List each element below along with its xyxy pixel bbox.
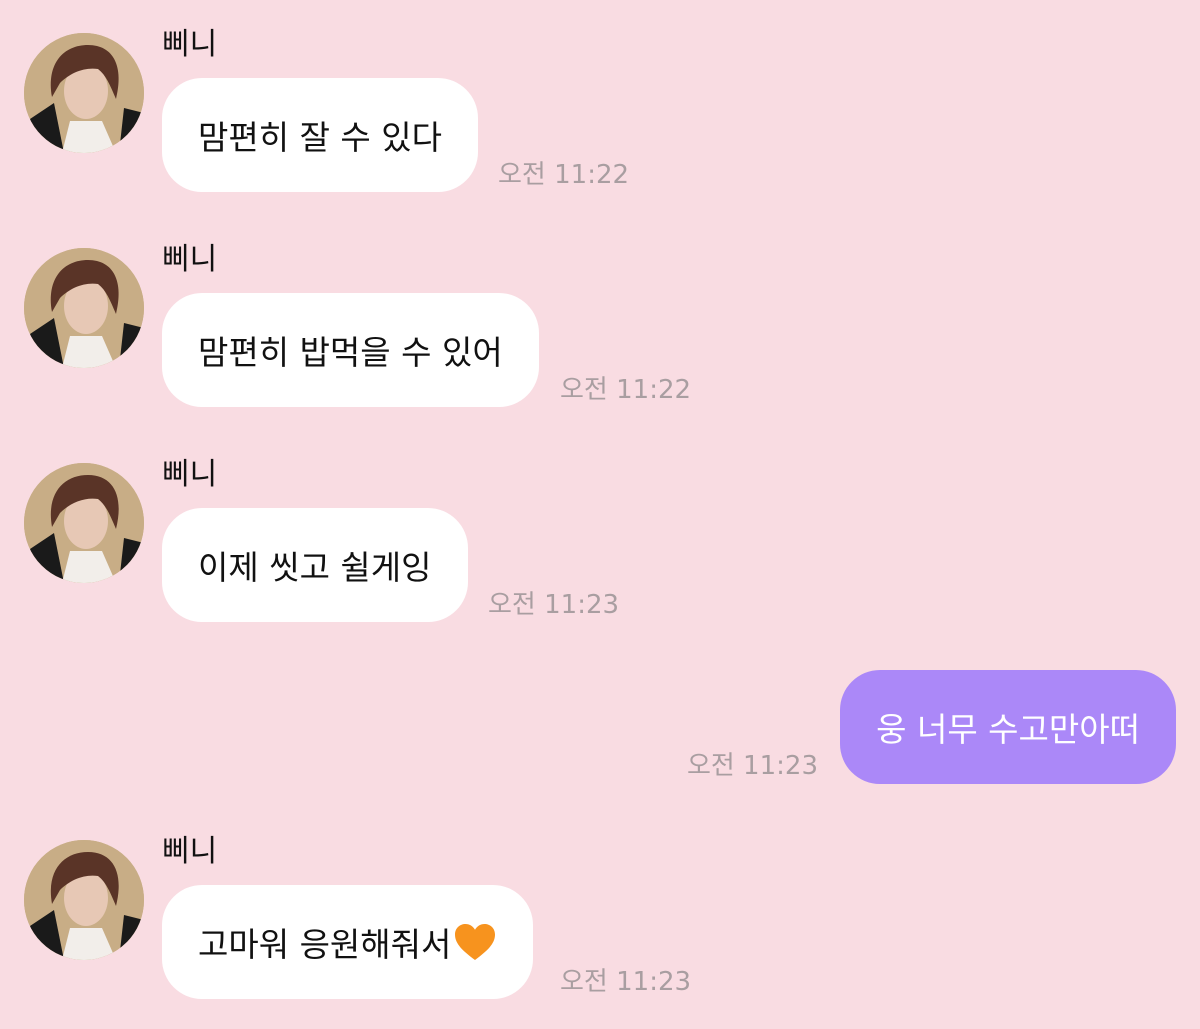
message-bubble[interactable]: 맘편히 잘 수 있다 [162, 78, 478, 192]
message-timestamp: 오전 11:23 [488, 590, 620, 620]
avatar[interactable] [24, 840, 144, 960]
avatar[interactable] [24, 463, 144, 583]
message-text: 맘편히 잘 수 있다 [198, 118, 442, 157]
message-bubble-outgoing[interactable]: 웅 너무 수고만아떠 [840, 670, 1176, 784]
message-bubble[interactable]: 고마워 응원해줘서 [162, 885, 534, 999]
sender-name: 삐니 [162, 27, 218, 62]
message-timestamp: 오전 11:22 [560, 375, 692, 405]
message-text: 이제 씻고 쉴게잉 [198, 548, 432, 587]
sender-name: 삐니 [162, 834, 218, 869]
avatar[interactable] [24, 248, 144, 368]
message-timestamp: 오전 11:23 [686, 751, 818, 781]
sender-name: 삐니 [162, 242, 218, 277]
sender-name: 삐니 [162, 457, 218, 492]
message-text: 고마워 응원해줘서 [198, 925, 452, 964]
message-bubble[interactable]: 맘편히 밥먹을 수 있어 [162, 293, 539, 407]
message-timestamp: 오전 11:22 [498, 160, 630, 190]
message-timestamp: 오전 11:23 [560, 967, 692, 997]
message-bubble[interactable]: 이제 씻고 쉴게잉 [162, 508, 468, 622]
message-text: 맘편히 밥먹을 수 있어 [198, 333, 503, 372]
orange-heart-icon [453, 922, 497, 962]
avatar[interactable] [24, 33, 144, 153]
message-text: 웅 너무 수고만아떠 [876, 710, 1140, 749]
